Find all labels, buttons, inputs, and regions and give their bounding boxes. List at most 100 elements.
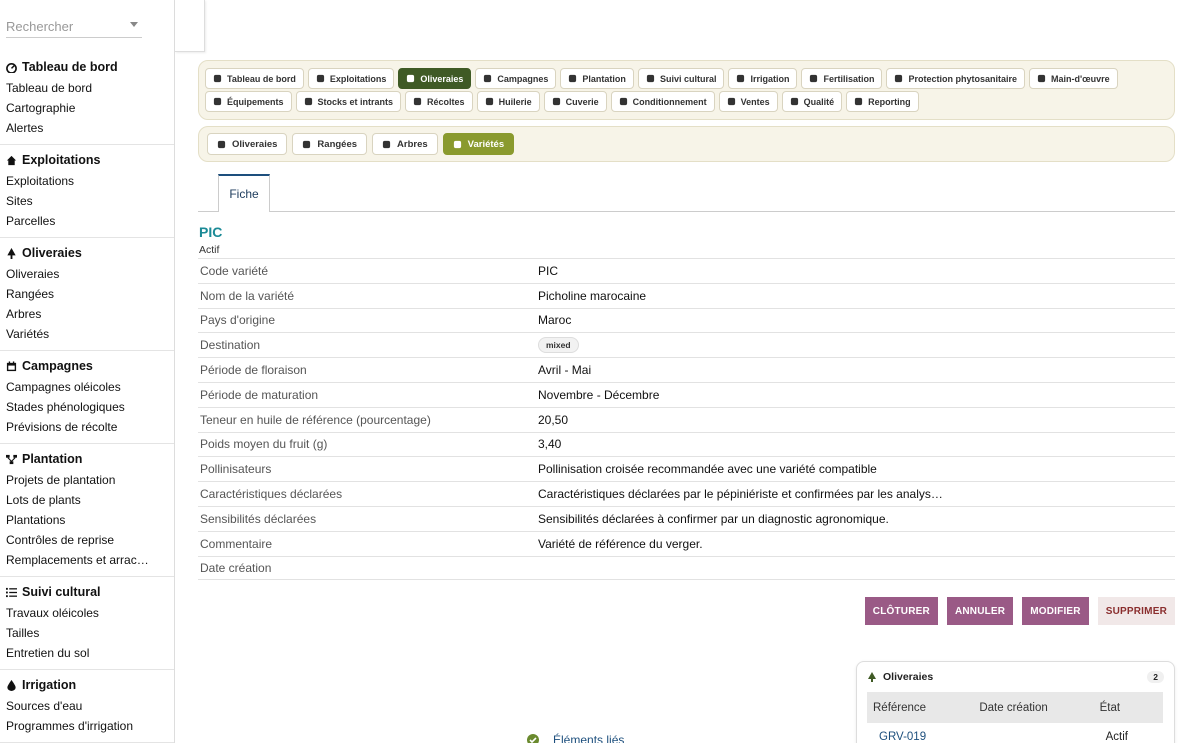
- field-value: Picholine marocaine: [538, 288, 647, 303]
- state-cell: Actif: [1105, 731, 1128, 743]
- module-tab[interactable]: Récoltes: [405, 91, 473, 112]
- module-tab[interactable]: Huilerie: [476, 91, 540, 112]
- sidebar-item[interactable]: Arbres: [0, 304, 174, 324]
- module-label: Cuverie: [565, 96, 599, 107]
- module-tab[interactable]: Conditionnement: [610, 91, 715, 112]
- sidebar-group-title[interactable]: Tableau de bord: [0, 56, 174, 78]
- module-tab[interactable]: Fertilisation: [801, 68, 883, 89]
- search-input[interactable]: [6, 16, 126, 36]
- sidebar-item[interactable]: Remplacements et arrac…: [0, 550, 174, 570]
- linked-elements[interactable]: Éléments liés: [527, 733, 624, 743]
- sidebar-group-title[interactable]: Irrigation: [0, 674, 174, 696]
- module-tab[interactable]: Protection phytosanitaire: [886, 68, 1026, 89]
- field-row: Destination mixed: [198, 332, 1175, 357]
- sidebar-nav: Tableau de bord Tableau de bord Cartograph…: [0, 52, 174, 743]
- reference-link[interactable]: GRV-019: [879, 731, 926, 743]
- module-tab[interactable]: Suivi cultural: [637, 68, 725, 89]
- module-label: Reporting: [868, 96, 911, 107]
- panel-edge: [175, 0, 205, 52]
- sidebar-group-title[interactable]: Exploitations: [0, 149, 174, 171]
- sidebar-item[interactable]: Sources d'eau: [0, 696, 174, 716]
- module-tab[interactable]: Irrigation: [728, 68, 798, 89]
- sidebar-item[interactable]: Tableau de bord: [0, 78, 174, 98]
- field-label: Sensibilités déclarées: [200, 511, 317, 526]
- module-icon: [217, 140, 226, 149]
- field-row: Période de floraison Avril - Mai: [198, 357, 1175, 382]
- module-label: Qualité: [803, 96, 835, 107]
- module-tab[interactable]: Plantation: [560, 68, 634, 89]
- sidebar-item[interactable]: Programmes d'irrigation: [0, 716, 174, 736]
- field-label: Pays d'origine: [200, 313, 275, 328]
- sidebar-item[interactable]: Campagnes oléicoles: [0, 377, 174, 397]
- tab-fiche[interactable]: Fiche: [218, 174, 270, 212]
- module-label: Main-d'œuvre: [1051, 73, 1110, 84]
- sidebar-item[interactable]: Variétés: [0, 324, 174, 344]
- module-tab[interactable]: Exploitations: [307, 68, 395, 89]
- sidebar-item[interactable]: Rangées: [0, 284, 174, 304]
- cancel-button[interactable]: ANNULER: [946, 597, 1014, 625]
- sidebar-item[interactable]: Cartographie: [0, 98, 174, 118]
- module-label: Suivi cultural: [659, 73, 717, 84]
- module-tab[interactable]: Campagnes: [475, 68, 557, 89]
- tree-icon: [868, 672, 876, 682]
- submodule-tab[interactable]: Arbres: [372, 133, 438, 155]
- module-tab[interactable]: Équipements: [205, 91, 292, 112]
- module-tab[interactable]: Ventes: [718, 91, 778, 112]
- sidebar-item[interactable]: Travaux oléicoles: [0, 603, 174, 623]
- module-label: Variétés: [467, 138, 505, 150]
- sidebar-group-title[interactable]: Plantation: [0, 448, 174, 470]
- panel-header: Oliveraies 2: [857, 662, 1174, 692]
- submodule-tab[interactable]: Rangées: [292, 133, 368, 155]
- module-tab[interactable]: Stocks et intrants: [295, 91, 402, 112]
- sidebar-item[interactable]: Tailles: [0, 623, 174, 643]
- sidebar-group-title[interactable]: Suivi cultural: [0, 581, 174, 603]
- module-tab[interactable]: Oliveraies: [398, 68, 472, 89]
- table-row[interactable]: GRV-019 Actif: [867, 723, 1163, 743]
- module-tab[interactable]: Qualité: [781, 91, 843, 112]
- sidebar-group-title[interactable]: Campagnes: [0, 355, 174, 377]
- chevron-down-icon[interactable]: [130, 22, 138, 27]
- sidebar-item[interactable]: Prévisions de récolte: [0, 417, 174, 437]
- module-bar: Tableau de bord Exploitations Oliveraies Ca…: [198, 60, 1175, 120]
- module-icon: [453, 140, 462, 149]
- sidebar-item[interactable]: Parcelles: [0, 211, 174, 231]
- field-value: Maroc: [538, 313, 572, 328]
- submodule-tab[interactable]: Variétés: [442, 133, 515, 155]
- column-header-state[interactable]: État: [1093, 692, 1163, 723]
- sidebar-item[interactable]: Plantations: [0, 510, 174, 530]
- sidebar-item[interactable]: Lots de plants: [0, 490, 174, 510]
- dashboard-icon: [6, 62, 17, 73]
- module-label: Exploitations: [329, 73, 387, 84]
- module-icon: [646, 74, 655, 83]
- sidebar-item[interactable]: Contrôles de reprise: [0, 530, 174, 550]
- sidebar-item[interactable]: Sites: [0, 191, 174, 211]
- field-value: Pollinisation croisée recommandée avec u…: [538, 462, 877, 477]
- module-tab[interactable]: Main-d'œuvre: [1029, 68, 1118, 89]
- module-label: Stocks et intrants: [317, 96, 394, 107]
- field-label: Pollinisateurs: [200, 462, 272, 477]
- submodule-bar: Oliveraies Rangées Arbres Variétés: [198, 126, 1175, 162]
- field-row: Période de maturation Novembre - Décembre: [198, 381, 1175, 407]
- linked-elements-label[interactable]: Éléments liés: [553, 733, 624, 743]
- delete-button[interactable]: SUPPRIMER: [1097, 597, 1175, 625]
- module-tab[interactable]: Tableau de bord: [205, 68, 304, 89]
- sidebar-item[interactable]: Exploitations: [0, 171, 174, 191]
- close-record-button[interactable]: CLÔTURER: [864, 597, 938, 625]
- module-tab[interactable]: Cuverie: [543, 91, 607, 112]
- submodule-tab[interactable]: Oliveraies: [207, 133, 288, 155]
- column-header-reference[interactable]: Référence: [867, 692, 974, 723]
- sidebar-item[interactable]: Alertes: [0, 118, 174, 138]
- edit-button[interactable]: MODIFIER: [1022, 597, 1089, 625]
- module-label: Campagnes: [497, 73, 549, 84]
- field-value: Avril - Mai: [538, 363, 592, 378]
- module-tab[interactable]: Reporting: [846, 91, 919, 112]
- column-header-date[interactable]: Date création: [973, 692, 1094, 723]
- sidebar-item[interactable]: Stades phénologiques: [0, 397, 174, 417]
- search-box[interactable]: [6, 16, 142, 38]
- field-value: Novembre - Décembre: [538, 387, 660, 402]
- sidebar-group-title[interactable]: Oliveraies: [0, 242, 174, 264]
- sidebar-group-1: Exploitations Exploitations Sites Parcelles: [0, 145, 174, 238]
- sidebar-item[interactable]: Oliveraies: [0, 264, 174, 284]
- sidebar-item[interactable]: Entretien du sol: [0, 643, 174, 663]
- sidebar-item[interactable]: Projets de plantation: [0, 470, 174, 490]
